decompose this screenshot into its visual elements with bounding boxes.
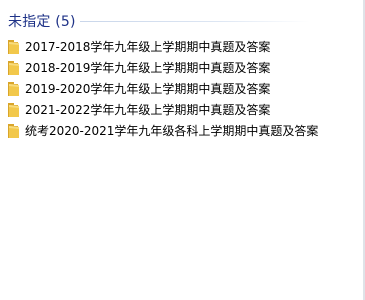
folder-item[interactable]: 2019-2020学年九年级上学期期中真题及答案 (4, 78, 322, 99)
file-list: 2017-2018学年九年级上学期期中真题及答案 2018-2019学年九年级上… (4, 36, 322, 141)
folder-name: 2019-2020学年九年级上学期期中真题及答案 (25, 82, 271, 96)
file-explorer-pane: 未指定 (5) 2017-2018学年九年级上学期期中真题及答案 2018-20… (0, 0, 365, 300)
folder-icon (8, 123, 19, 138)
folder-item[interactable]: 2018-2019学年九年级上学期期中真题及答案 (4, 57, 322, 78)
folder-name: 2017-2018学年九年级上学期期中真题及答案 (25, 40, 271, 54)
group-divider (80, 21, 310, 22)
folder-name: 统考2020-2021学年九年级各科上学期期中真题及答案 (25, 124, 319, 138)
folder-icon (8, 81, 19, 96)
folder-item[interactable]: 2021-2022学年九年级上学期期中真题及答案 (4, 99, 322, 120)
folder-icon (8, 39, 19, 54)
folder-name: 2021-2022学年九年级上学期期中真题及答案 (25, 103, 271, 117)
folder-item[interactable]: 2017-2018学年九年级上学期期中真题及答案 (4, 36, 322, 57)
folder-icon (8, 60, 19, 75)
folder-name: 2018-2019学年九年级上学期期中真题及答案 (25, 61, 271, 75)
group-header[interactable]: 未指定 (5) (8, 11, 76, 31)
group-title: 未指定 (5) (8, 14, 76, 30)
folder-item[interactable]: 统考2020-2021学年九年级各科上学期期中真题及答案 (4, 120, 322, 141)
folder-icon (8, 102, 19, 117)
